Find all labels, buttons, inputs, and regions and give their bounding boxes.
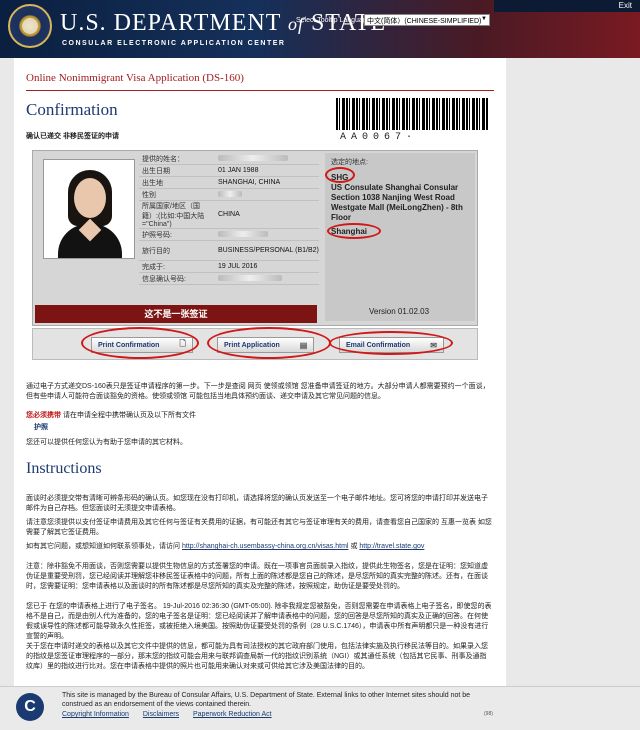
field-label: 提供的姓名： <box>142 155 184 163</box>
field-row-birthplace: 出生地 SHANGHAI, CHINA <box>139 177 319 189</box>
site-header: U.S. DEPARTMENT of STATE CONSULAR ELECTR… <box>0 0 640 58</box>
barcode-image <box>336 98 488 130</box>
highlight-oval-print-application <box>207 327 331 359</box>
highlight-oval-email-confirmation <box>329 331 453 355</box>
field-value-redacted <box>215 154 319 163</box>
field-value: 01 JAN 1988 <box>218 167 259 174</box>
exit-link[interactable]: Exit <box>619 1 632 10</box>
highlight-oval-city <box>327 223 381 239</box>
intro-paragraph: 通过电子方式递交DS-160表只是签证申请程序的第一步。下一步是查阅 网页 使领… <box>26 383 490 400</box>
passport-item: 护照 <box>34 424 48 431</box>
language-selected-value: 中文(简体）(CHINESE-SIMPLIFIED) <box>367 18 482 25</box>
field-row-passport: 护照号码: <box>139 229 319 241</box>
paperwork-reduction-act-link[interactable]: Paperwork Reduction Act <box>193 711 272 718</box>
must-bring-text: 请在申请全程中携带确认页及以下所有文件 <box>62 412 196 419</box>
field-row-dob: 出生日期 01 JAN 1988 <box>139 165 319 177</box>
applicant-photo <box>43 159 135 259</box>
redaction-mask <box>218 230 268 237</box>
applicant-info-box: 提供的姓名： 出生日期 01 JAN 1988 出生地 SHANGHAI, CH… <box>32 150 478 326</box>
consular-affairs-logo-icon: C <box>16 693 44 721</box>
instructions-paragraph-5: 您已于 在您的申请表格上进行了电子签名。 19-Jul-2016 02:36:3… <box>26 603 492 640</box>
contact-text: 如有其它问题，或想知道如何联系领事处，请访问 <box>26 543 180 550</box>
highlight-oval-code <box>325 167 355 183</box>
header-subtitle: CONSULAR ELECTRONIC APPLICATION CENTER <box>62 40 286 47</box>
instructions-paragraph-6: 关于您在申请时递交的表格以及其它文件中提供的信息，都可能为具有司法授权的其它政府… <box>26 643 488 670</box>
field-label: 所属国家/地区（国籍）:(比如:中国大陆="China") <box>142 203 205 228</box>
field-row-name: 提供的姓名： <box>139 153 319 165</box>
site-footer: C This site is managed by the Bureau of … <box>0 686 640 730</box>
field-label: 护照号码: <box>142 231 172 239</box>
exit-bar: Exit <box>494 0 640 12</box>
field-value-redacted <box>215 274 319 283</box>
instructions-paragraph-3: 如有其它问题，或想知道如何联系领事处，请访问 http://shanghai-c… <box>26 542 492 552</box>
action-bar: Print Confirmation 🗋 Print Application ▤… <box>32 327 478 360</box>
footer-disclaimer: This site is managed by the Bureau of Co… <box>62 692 471 708</box>
field-label: 出生地 <box>142 179 163 187</box>
title-main: U.S. DEPARTMENT <box>60 10 281 36</box>
field-value: SHANGHAI, CHINA <box>218 179 281 186</box>
redaction-mask <box>218 154 288 161</box>
field-value: 19 JUL 2016 <box>218 263 258 270</box>
field-label: 信息确认号码: <box>142 275 186 283</box>
field-row-purpose: 旅行目的 BUSINESS/PERSONAL (B1/B2) <box>139 241 319 261</box>
form-title: Online Nonimmigrant Visa Application (DS… <box>26 72 244 84</box>
travel-state-gov-link[interactable]: http://travel.state.gov <box>359 543 424 550</box>
field-value-redacted <box>215 230 319 239</box>
or-text: 或 <box>350 543 358 550</box>
must-bring-label: 您必须携带 <box>26 412 61 419</box>
field-row-nationality: 所属国家/地区（国籍）:(比如:中国大陆="China") CHINA <box>139 201 319 229</box>
redaction-mask <box>218 274 282 281</box>
consulate-visa-link[interactable]: http://shanghai-ch.usembassy-china.org.c… <box>182 543 349 550</box>
page-subheading: 确认已递交 非移民签证的申请 <box>26 133 119 140</box>
must-bring-line: 您必须携带 请在申请全程中携带确认页及以下所有文件 <box>26 410 196 420</box>
field-value: CHINA <box>218 211 240 218</box>
page-heading: Confirmation <box>26 100 118 119</box>
field-value-redacted <box>215 190 319 199</box>
copyright-link[interactable]: Copyright Information <box>62 711 129 718</box>
not-a-visa-banner: 这不是一张签证 <box>35 305 317 323</box>
photo-face <box>74 178 106 218</box>
instructions-paragraph-2: 请注意您须提供以支付签证申请费用及其它任何与签证有关费用的证据，有可能还有其它与… <box>26 519 492 536</box>
dropdown-arrow-icon: ▼ <box>481 16 487 22</box>
instructions-heading: Instructions <box>26 460 102 477</box>
field-label: 完成于: <box>142 263 165 271</box>
location-label: 选定的地点: <box>331 159 368 166</box>
applicant-fields: 提供的姓名： 出生日期 01 JAN 1988 出生地 SHANGHAI, CH… <box>139 153 319 285</box>
field-row-completed: 完成于: 19 JUL 2016 <box>139 261 319 273</box>
disclaimers-link[interactable]: Disclaimers <box>143 711 179 718</box>
footer-number: (98) <box>484 711 493 717</box>
redaction-mask <box>218 190 242 197</box>
location-address: US Consulate Shanghai Consular Section 1… <box>331 183 463 222</box>
field-value: BUSINESS/PERSONAL (B1/B2) <box>218 247 319 254</box>
tooltip-language-label: Select Tooltip Language <box>296 17 371 24</box>
field-label: 性别 <box>142 191 156 199</box>
instructions-paragraph-1: 面谈时必须提交带有清晰可辨条形码的确认页。如您现在没有打印机，请选择将您的确认页… <box>26 495 488 512</box>
title-divider <box>26 90 494 91</box>
main-page: Online Nonimmigrant Visa Application (DS… <box>14 58 506 730</box>
field-row-gender: 性别 <box>139 189 319 201</box>
location-panel: 选定的地点: SHG US Consulate Shanghai Consula… <box>325 153 475 321</box>
footer-links: Copyright Information Disclaimers Paperw… <box>62 711 284 718</box>
state-department-seal-icon <box>8 4 52 48</box>
other-docs-paragraph: 您还可以提供任何您认为有助于您申请的其它材料。 <box>26 439 187 446</box>
field-row-confirmation-number: 信息确认号码: <box>139 273 319 285</box>
highlight-oval-print-confirmation <box>81 327 199 359</box>
version-label: Version 01.02.03 <box>369 307 430 316</box>
tooltip-language-select[interactable]: 中文(简体）(CHINESE-SIMPLIFIED) ▼ <box>364 14 490 26</box>
field-label: 出生日期 <box>142 167 170 175</box>
field-label: 旅行目的 <box>142 247 170 255</box>
barcode-number: AA0067· <box>340 132 418 143</box>
instructions-paragraph-4: 注意：除非豁免不用面谈，否则您需要以提供生物信息的方式签署您的申请。既在一项事官… <box>26 563 488 590</box>
